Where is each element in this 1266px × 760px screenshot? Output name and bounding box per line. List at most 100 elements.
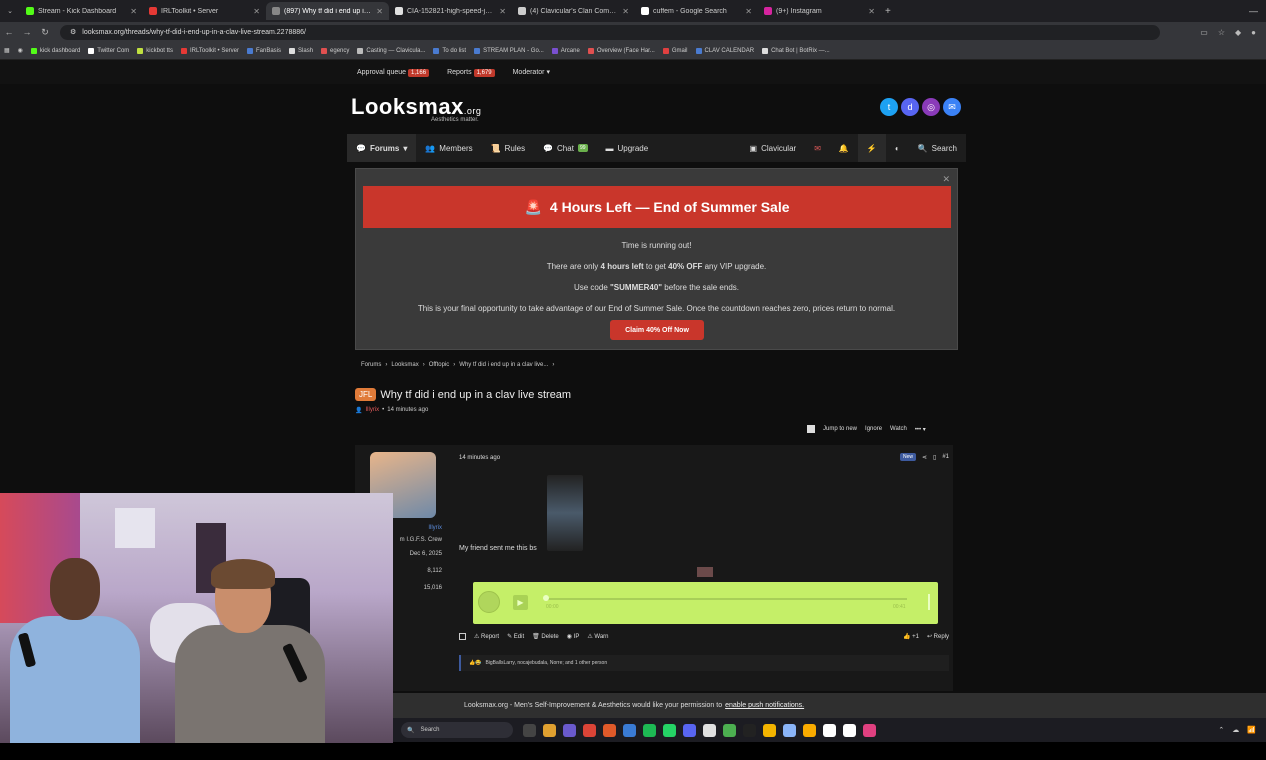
browser-tab[interactable]: cuffem - Google Search ✕: [635, 2, 758, 20]
post-author-name[interactable]: Illyrix: [428, 525, 442, 531]
thread-time[interactable]: 14 minutes ago: [387, 407, 428, 414]
taskbar-app-icon[interactable]: [523, 723, 536, 737]
browser-tab[interactable]: CIA-152821-high-speed-jaw-ap ✕: [389, 2, 512, 20]
taskbar-app-icon[interactable]: [623, 723, 636, 737]
taskbar-app-icon[interactable]: [563, 723, 576, 737]
bookmark-icon[interactable]: ▯: [933, 454, 936, 461]
nav-whats-new[interactable]: ⚡: [857, 134, 886, 162]
browser-tab[interactable]: Stream - Kick Dashboard ✕: [20, 2, 143, 20]
email-icon[interactable]: ✉: [943, 98, 961, 116]
taskbar-app-icon[interactable]: [543, 723, 556, 737]
nav-user[interactable]: ▣ Clavicular: [741, 134, 806, 162]
discord-icon[interactable]: d: [901, 98, 919, 116]
nav-theme-toggle[interactable]: ◐: [886, 134, 909, 162]
bookmark-item[interactable]: Casting — Clavicula...: [357, 47, 425, 54]
post-timestamp[interactable]: 14 minutes ago: [459, 455, 500, 461]
nav-members[interactable]: 👥 Members: [416, 134, 481, 162]
post-image-thumbnail[interactable]: [547, 475, 583, 551]
bookmark-item[interactable]: To do list: [433, 47, 466, 54]
taskbar-search[interactable]: 🔍 Search: [401, 722, 513, 738]
taskbar-app-icon[interactable]: [803, 723, 816, 737]
browser-tab[interactable]: IRLToolkit • Server ✕: [143, 2, 266, 20]
bookmark-item[interactable]: CLAV CALENDAR: [695, 47, 754, 54]
post-number[interactable]: #1: [942, 454, 949, 460]
new-tab-button[interactable]: +: [885, 6, 891, 17]
bookmark-item[interactable]: Gmail: [662, 47, 688, 54]
share-icon[interactable]: ⋖: [922, 454, 927, 461]
audio-progress-knob[interactable]: [543, 595, 549, 601]
attachment-thumbnail[interactable]: [697, 567, 713, 577]
select-checkbox[interactable]: [807, 425, 815, 433]
bookmark-item[interactable]: Chat Bot | BotRix —...: [762, 47, 830, 54]
bookmark-item[interactable]: IRLToolkit • Server: [180, 47, 239, 54]
taskbar-app-icon[interactable]: [863, 723, 876, 737]
taskbar-app-icon[interactable]: [763, 723, 776, 737]
bookmark-item[interactable]: Overview (Face Har...: [587, 47, 655, 54]
chrome-bookmark-icon[interactable]: ◉: [18, 47, 23, 54]
approval-queue-link[interactable]: Approval queue 1,166: [357, 68, 430, 77]
audio-volume-icon[interactable]: [928, 594, 930, 610]
tray-cloud-icon[interactable]: ☁: [1232, 726, 1239, 734]
taskbar-app-icon[interactable]: [783, 723, 796, 737]
taskbar-app-icon[interactable]: [603, 723, 616, 737]
tab-close-icon[interactable]: ✕: [868, 7, 875, 16]
moderator-menu[interactable]: Moderator ▾: [513, 68, 550, 76]
browser-tab[interactable]: (9+) Instagram ✕: [758, 2, 881, 20]
breadcrumb-item[interactable]: Why tf did i end up in a clav live...: [459, 362, 548, 368]
nav-search[interactable]: 🔍 Search: [909, 134, 966, 162]
taskbar-app-icon[interactable]: [723, 723, 736, 737]
ip-button[interactable]: ◉ IP: [567, 633, 580, 640]
forward-icon[interactable]: →: [18, 27, 36, 37]
delete-button[interactable]: 🗑 Delete: [532, 633, 559, 640]
tab-close-icon[interactable]: ✕: [376, 7, 383, 16]
tab-close-icon[interactable]: ✕: [745, 7, 752, 16]
bookmark-item[interactable]: Arcane: [551, 47, 580, 54]
tab-close-icon[interactable]: ✕: [622, 7, 629, 16]
browser-tab[interactable]: (897) Why tf did i end up in a cl ✕: [266, 2, 389, 20]
more-options-button[interactable]: ••• ▾: [915, 426, 926, 433]
play-icon[interactable]: ▶: [513, 595, 528, 610]
nav-alerts[interactable]: 🔔: [830, 134, 858, 162]
reactions-bar[interactable]: 👍😂 BigBallsLarry, nocajebudala, Norre; a…: [459, 655, 949, 671]
report-button[interactable]: ⚠ Report: [474, 633, 499, 640]
apps-grid-icon[interactable]: ▦: [4, 47, 10, 54]
like-button[interactable]: 👍 +1: [903, 633, 919, 640]
tab-close-icon[interactable]: ✕: [253, 7, 260, 16]
taskbar-app-icon[interactable]: [823, 723, 836, 737]
claim-offer-button[interactable]: Claim 40% Off Now: [610, 320, 704, 340]
enable-push-link[interactable]: enable push notifications.: [725, 702, 804, 709]
twitter-icon[interactable]: t: [880, 98, 898, 116]
taskbar-app-icon[interactable]: [583, 723, 596, 737]
back-icon[interactable]: ←: [0, 27, 18, 37]
bookmark-item[interactable]: STREAM PLAN - Go...: [474, 47, 544, 54]
cast-icon[interactable]: ▭: [1200, 28, 1208, 37]
tray-chevron-icon[interactable]: ⌃: [1218, 726, 1224, 734]
watch-button[interactable]: Watch: [890, 426, 907, 432]
reply-button[interactable]: ↩ Reply: [927, 633, 949, 640]
thread-prefix-badge[interactable]: JFL: [355, 388, 377, 401]
tray-network-icon[interactable]: 📶: [1247, 726, 1256, 734]
jump-to-new-button[interactable]: Jump to new: [823, 426, 857, 432]
url-input[interactable]: ⚙ looksmax.org/threads/why-tf-did-i-end-…: [60, 24, 1160, 40]
tab-close-icon[interactable]: ✕: [499, 7, 506, 16]
post-select-checkbox[interactable]: [459, 633, 466, 640]
nav-forums[interactable]: 💬 Forums ▾: [347, 134, 417, 162]
reports-link[interactable]: Reports 1,679: [447, 68, 495, 77]
tab-search-icon[interactable]: ⌄: [0, 7, 20, 15]
instagram-icon[interactable]: ◎: [922, 98, 940, 116]
profile-icon[interactable]: ●: [1251, 28, 1256, 37]
bookmark-item[interactable]: egency: [321, 47, 349, 54]
nav-rules[interactable]: 📜 Rules: [482, 134, 534, 162]
nav-chat[interactable]: 💬 Chat 99: [534, 134, 596, 162]
nav-inbox[interactable]: ✉: [805, 134, 830, 162]
bookmark-item[interactable]: Twitter Com: [88, 47, 129, 54]
reload-icon[interactable]: ↻: [36, 27, 54, 38]
bookmark-item[interactable]: Slash: [289, 47, 313, 54]
breadcrumb-item[interactable]: Offtopic: [429, 362, 450, 368]
bookmark-star-icon[interactable]: ☆: [1218, 28, 1225, 37]
taskbar-app-icon[interactable]: [743, 723, 756, 737]
taskbar-app-icon[interactable]: [663, 723, 676, 737]
warn-button[interactable]: ⚠ Warn: [587, 633, 608, 640]
site-info-icon[interactable]: ⚙: [70, 28, 76, 36]
browser-tab[interactable]: (4) Clavicular's Clan Communit ✕: [512, 2, 635, 20]
